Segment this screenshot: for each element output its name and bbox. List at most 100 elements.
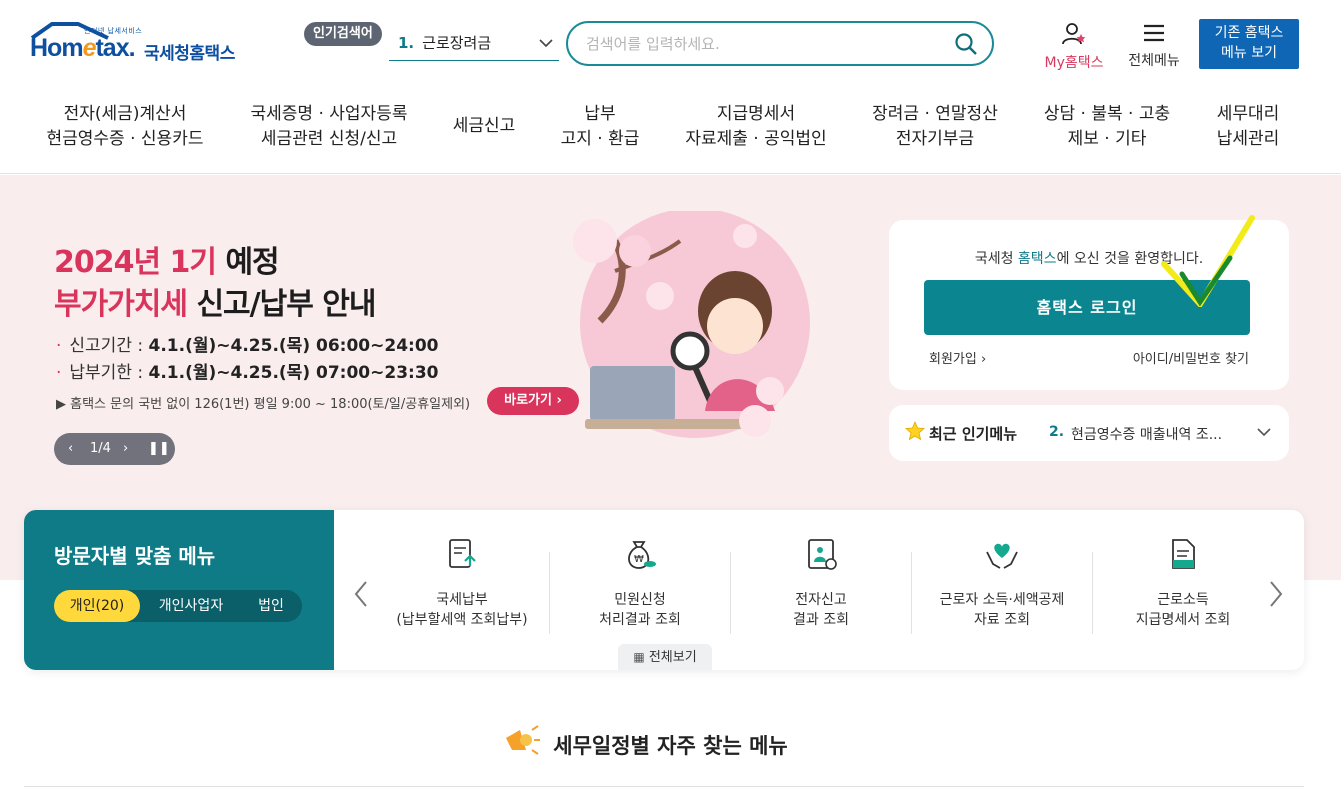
gnb-item-tax-agent[interactable]: 세무대리납세관리 [1206,102,1290,152]
gnb-label: 납부 [584,104,616,124]
my-hometax-button[interactable]: My홈택스 [1038,22,1110,72]
e-filing-icon [808,539,837,570]
heart-hands-icon [986,543,1018,569]
service-income-deduction[interactable]: 근로자 소득·세액공제 자료 조회 [912,536,1092,634]
gnb-label: 세금신고 [452,116,516,136]
tab-sole-proprietor[interactable]: 개인사업자 [142,590,240,622]
next-slide-icon[interactable]: › [123,433,128,465]
popular-rank: 1. [398,34,415,52]
chevron-down-icon [539,39,553,48]
old-menu-line2: 메뉴 보기 [1221,45,1277,61]
all-menu-label: 전체메뉴 [1128,53,1180,69]
prev-slide-icon[interactable]: ‹ [68,433,73,465]
visitor-menu: 방문자별 맞춤 메뉴 개인(20) 개인사업자 법인 국세납부 (납부할세액 조… [24,510,1304,670]
hero-illustration [573,211,810,438]
service-label: 국세납부 [436,592,488,608]
all-menu-button[interactable]: 전체메뉴 [1120,22,1188,70]
service-label: 지급명세서 조회 [1135,612,1231,628]
gnb-item-consult[interactable]: 상담 · 불복 · 고충제보 · 기타 [1034,102,1180,152]
gnb-item-payment[interactable]: 납부고지 · 환급 [548,102,652,152]
search-input[interactable] [586,32,946,56]
gnb-label: 전자(세금)계산서 [63,104,187,124]
gnb-label: 상담 · 불복 · 고충 [1043,104,1171,124]
service-label: 민원신청 [614,592,666,608]
service-label: 전자신고 [795,592,847,608]
old-menu-line1: 기존 홈택스 [1214,25,1284,41]
popular-keyword: 근로장려금 [422,34,492,52]
view-all-label: 전체보기 [648,650,697,665]
join-link[interactable]: 회원가입 › [929,348,986,367]
visitor-menu-title: 방문자별 맞춤 메뉴 [54,544,216,568]
service-e-filing-result[interactable]: 전자신고 결과 조회 [731,536,911,634]
logo-wordmark: Hometax. [30,34,136,62]
service-tax-payment[interactable]: 국세납부 (납부할세액 조회납부) [372,536,552,634]
popular-search-tag: 인기검색어 [304,22,382,46]
gnb-item-certificate[interactable]: 국세증명 · 사업자등록세금관련 신청/신고 [240,102,418,152]
service-label: 결과 조회 [793,612,849,628]
slide-count: 1/4 [90,441,111,456]
recent-popular-menu[interactable]: 최근 인기메뉴 2. 현금영수증 매출내역 조... [889,405,1289,461]
header: 인터넷 납세서비스 Hometax. 국세청홈택스 인기검색어 1. 근로장려금 … [0,0,1341,86]
visitor-menu-side: 방문자별 맞춤 메뉴 개인(20) 개인사업자 법인 [24,510,334,670]
service-petition-result[interactable]: ₩ 민원신청 처리결과 조회 [550,536,730,634]
old-menu-button[interactable]: 기존 홈택스 메뉴 보기 [1199,19,1299,69]
gnb-label: 세금관련 신청/신고 [260,129,398,149]
service-label: 근로소득 [1157,592,1209,608]
svg-text:₩: ₩ [634,554,644,565]
gnb-label: 전자기부금 [895,129,975,149]
gnb-label: 국세증명 · 사업자등록 [250,104,408,124]
star-icon [905,421,925,441]
checkmark-annotation-icon [1161,215,1255,307]
gnb-item-incentive[interactable]: 장려금 · 연말정산전자기부금 [862,102,1008,152]
document-icon [1172,539,1195,569]
grid-icon: ▦ [633,650,645,664]
user-star-icon [1062,23,1086,45]
gnb-label: 지급명세서 [716,104,796,124]
hometax-logo[interactable]: 인터넷 납세서비스 Hometax. 국세청홈택스 [26,20,246,72]
carousel-next-icon[interactable] [1267,580,1285,608]
gnb-label: 장려금 · 연말정산 [872,104,998,124]
gnb-label: 납세관리 [1216,129,1280,149]
service-label: 자료 조회 [974,612,1030,628]
hero-note: ▶ 홈택스 문의 국번 없이 126(1번) 평일 9:00 ~ 18:00(토… [56,397,471,412]
recent-menu-rank: 2. [1049,424,1065,440]
global-nav: 전자(세금)계산서현금영수증 · 신용카드 국세증명 · 사업자등록세금관련 신… [0,86,1341,174]
tax-payment-icon [449,539,476,568]
gnb-label: 고지 · 환급 [560,129,640,149]
service-label: (납부할세액 조회납부) [396,612,528,628]
chevron-down-icon [1257,428,1271,437]
hero-payment-deadline: · 납부기한 : 4.1.(월)~4.25.(목) 07:00~23:30 [56,363,439,383]
search-box[interactable] [566,21,994,66]
search-icon[interactable] [954,32,978,56]
carousel-prev-icon[interactable] [352,580,370,608]
section-title: 세무일정별 자주 찾는 메뉴 [553,734,788,758]
service-label: 처리결과 조회 [599,612,681,628]
visitor-type-tabs: 개인(20) 개인사업자 법인 [54,590,302,622]
gnb-label: 제보 · 기타 [1067,129,1147,149]
gnb-item-e-invoice[interactable]: 전자(세금)계산서현금영수증 · 신용카드 [40,102,210,152]
pause-icon[interactable]: ❚❚ [148,433,170,465]
banner-pager: ‹ 1/4 › ❚❚ [54,433,175,465]
view-all-button[interactable]: ▦ 전체보기 [618,644,712,670]
tab-corporation[interactable]: 법인 [242,590,300,622]
logo-name: 국세청홈택스 [144,44,235,64]
tab-individual[interactable]: 개인(20) [54,590,140,622]
recent-menu-value: 현금영수증 매출내역 조... [1071,427,1223,443]
hero-title-line1: 2024년 1기 예정 [54,245,280,280]
recent-menu-title: 최근 인기메뉴 [929,425,1018,443]
hero-filing-period: · 신고기간 : 4.1.(월)~4.25.(목) 06:00~24:00 [56,336,439,356]
my-hometax-label: My홈택스 [1044,55,1104,71]
popular-search-select[interactable]: 1. 근로장려금 [389,28,559,61]
gnb-label: 세무대리 [1216,104,1280,124]
gnb-label: 현금영수증 · 신용카드 [46,129,204,149]
hero-title-line2: 부가가치세 신고/납부 안내 [54,287,376,322]
divider [24,786,1304,790]
find-id-password-link[interactable]: 아이디/비밀번호 찾기 [1133,348,1249,367]
gnb-label: 자료제출 · 공익법인 [685,129,827,149]
gnb-item-tax-filing[interactable]: 세금신고 [446,114,522,139]
money-bag-icon: ₩ [628,541,656,569]
hamburger-icon [1144,24,1164,42]
gnb-item-statement[interactable]: 지급명세서자료제출 · 공익법인 [676,102,836,152]
service-label: 근로자 소득·세액공제 [939,592,1065,608]
service-income-statement[interactable]: 근로소득 지급명세서 조회 [1093,536,1273,634]
